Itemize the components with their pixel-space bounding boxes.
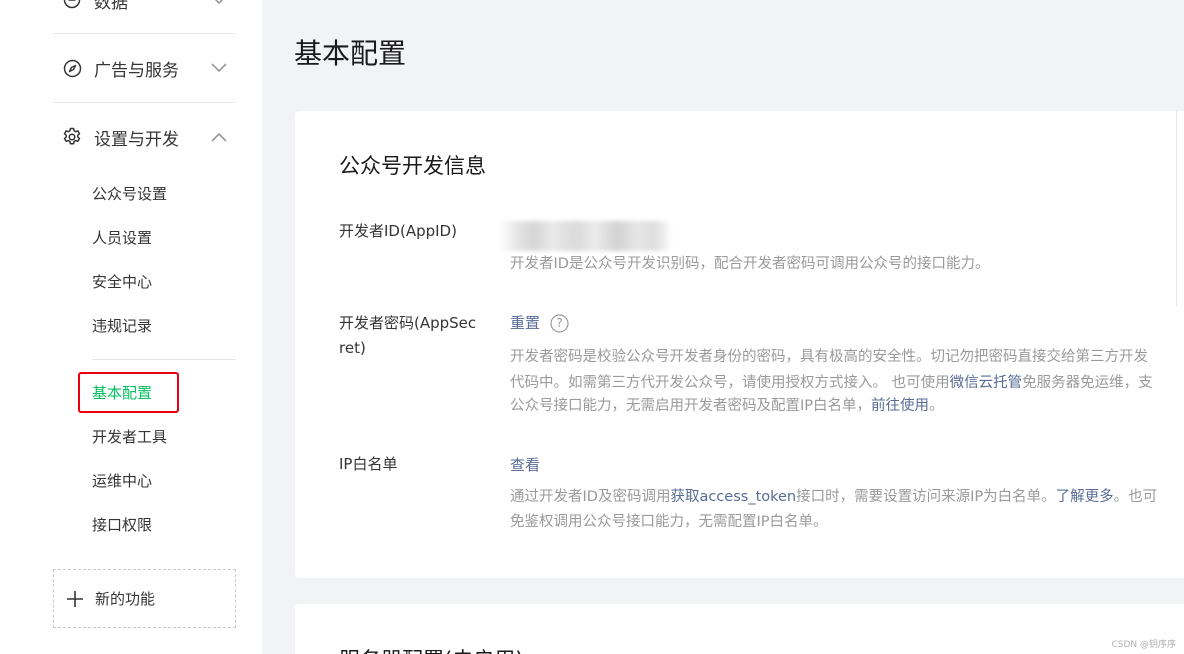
help-icon[interactable]: ?	[550, 314, 569, 333]
chevron-up-icon	[210, 128, 228, 146]
appsecret-label: 开发者密码(AppSec ret)	[339, 311, 489, 361]
appsecret-label-line1: 开发者密码(AppSec	[339, 314, 477, 332]
appid-label: 开发者ID(AppID)	[339, 222, 457, 240]
chevron-down-icon	[210, 59, 228, 77]
watermark: CSDN @钥序序	[1111, 640, 1176, 650]
nav-group-ads[interactable]: 广告与服务	[54, 56, 236, 81]
server-config-title: 服务器配置(未启用)	[339, 646, 523, 654]
sidebar-item-ops-center[interactable]: 运维中心	[92, 471, 152, 491]
card-title: 公众号开发信息	[339, 154, 486, 178]
new-feature-label: 新的功能	[95, 590, 156, 608]
plus-icon	[65, 590, 85, 608]
appid-description: 开发者ID是公众号开发识别码，配合开发者密码可调用公众号的接口能力。	[510, 256, 990, 272]
sidebar-item-basic-config[interactable]: 基本配置	[92, 383, 152, 403]
appsecret-description-line1: 开发者密码是校验公众号开发者身份的密码，具有极高的安全性。切记勿把密码直接交给第…	[510, 349, 1148, 365]
learn-more-link[interactable]: 了解更多	[1056, 489, 1114, 505]
desc-text: 。	[929, 398, 944, 414]
nav-group-settings[interactable]: 设置与开发	[54, 125, 236, 150]
desc-text: 通过开发者ID及密码调用	[510, 489, 671, 505]
dev-info-card: 公众号开发信息 开发者ID(AppID) 开发者ID是公众号开发识别码，配合开发…	[295, 111, 1184, 578]
sidebar-item-violation-records[interactable]: 违规记录	[92, 316, 152, 336]
side-panel-edge	[1176, 111, 1184, 306]
view-whitelist-link[interactable]: 查看	[510, 453, 540, 477]
help-icon-glyph: ?	[556, 316, 563, 330]
desc-text: 。也可	[1113, 489, 1158, 505]
ip-whitelist-label: IP白名单	[339, 455, 398, 473]
wechat-cloud-hosting-link[interactable]: 微信云托管	[950, 375, 1023, 391]
desc-text: 免服务器免运维，支	[1022, 375, 1153, 391]
nav-group-data[interactable]: 数据	[54, 0, 236, 13]
sidebar-item-security-center[interactable]: 安全中心	[92, 272, 152, 292]
appsecret-description-line3: 公众号接口能力，无需启用开发者密码及配置IP白名单，前往使用。	[510, 393, 944, 420]
gear-icon	[62, 127, 82, 147]
clock-icon	[62, 0, 82, 10]
sidebar-item-developer-tools[interactable]: 开发者工具	[92, 427, 167, 447]
reset-secret-link[interactable]: 重置	[510, 311, 540, 335]
server-config-card: 服务器配置(未启用)	[295, 604, 1184, 654]
desc-text: 代码中。如需第三方代开发公众号，请使用授权方式接入。 也可使用	[510, 375, 950, 391]
desc-text: 公众号接口能力，无需启用开发者密码及配置IP白名单，	[510, 398, 872, 414]
ip-whitelist-description-line2: 免鉴权调用公众号接口能力，无需配置IP白名单。	[510, 514, 828, 530]
nav-group-label: 广告与服务	[94, 60, 179, 81]
access-token-link[interactable]: 获取access_token	[670, 489, 796, 505]
chevron-down-icon	[210, 0, 228, 9]
sidebar: 数据 广告与服务 设置与开发 公众号设置 人员设置 安全中心 违规记录 基本配置…	[0, 0, 262, 654]
compass-icon	[62, 58, 82, 78]
new-feature-button[interactable]: 新的功能	[53, 569, 236, 628]
appsecret-label-line2: ret)	[339, 339, 366, 357]
divider	[53, 33, 236, 34]
desc-text: 接口时，需要设置访问来源IP为白名单。	[796, 489, 1056, 505]
go-use-link[interactable]: 前往使用	[871, 398, 929, 414]
appid-value-redacted	[500, 221, 672, 251]
nav-group-label: 数据	[94, 0, 128, 13]
sidebar-item-account-settings[interactable]: 公众号设置	[92, 184, 167, 204]
sidebar-item-member-settings[interactable]: 人员设置	[92, 228, 152, 248]
ip-whitelist-description-line1: 通过开发者ID及密码调用获取access_token接口时，需要设置访问来源IP…	[510, 484, 1157, 511]
page-title: 基本配置	[294, 37, 407, 70]
divider	[92, 359, 236, 360]
sidebar-item-api-permissions[interactable]: 接口权限	[92, 515, 152, 535]
nav-group-label: 设置与开发	[94, 129, 179, 150]
divider	[53, 102, 236, 103]
